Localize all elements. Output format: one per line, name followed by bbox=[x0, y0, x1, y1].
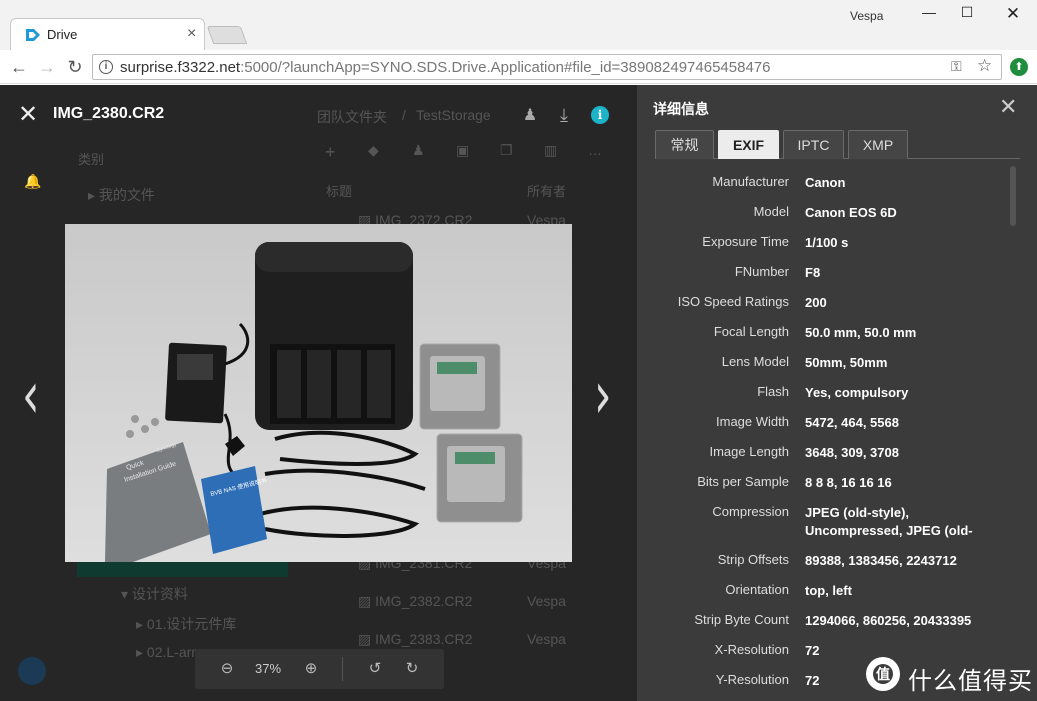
zoom-out-icon[interactable]: ⊖ bbox=[217, 659, 237, 679]
viewer-filename: IMG_2380.CR2 bbox=[53, 105, 165, 122]
extension-update-icon[interactable]: ⬆ bbox=[1010, 58, 1028, 76]
viewer-header: ✕ IMG_2380.CR2 ♟ ⤓ i bbox=[0, 85, 637, 145]
maximize-button[interactable]: ☐ bbox=[952, 4, 982, 26]
column-header-title: 标题 bbox=[326, 184, 353, 199]
notification-icon: 🔔 bbox=[24, 173, 42, 189]
details-tabs: 常规 EXIF IPTC XMP bbox=[655, 130, 1020, 159]
profile-name[interactable]: Vespa bbox=[850, 9, 883, 23]
info-icon[interactable]: i bbox=[591, 106, 609, 124]
forward-button[interactable]: → bbox=[36, 56, 58, 78]
file-row-name: ▨ IMG_2383.CR2 bbox=[358, 631, 473, 647]
photo-preview[interactable]: Quick Installation Guide Synology BVB NA… bbox=[65, 224, 572, 562]
key-icon[interactable]: ⚿ bbox=[951, 58, 962, 75]
share-user-icon[interactable]: ♟ bbox=[520, 105, 540, 125]
watermark-logo-icon: 值 bbox=[866, 657, 900, 691]
zoom-separator bbox=[342, 657, 343, 681]
tab-exif[interactable]: EXIF bbox=[718, 130, 779, 159]
site-info-icon[interactable]: i bbox=[99, 60, 113, 74]
browser-window: Drive × Vespa — ☐ ✕ ← → ↻ i surprise.f33… bbox=[0, 0, 1037, 701]
column-header-owner: 所有者 bbox=[527, 184, 567, 199]
zoom-in-icon[interactable]: ⊕ bbox=[301, 659, 321, 679]
details-panel: 详细信息 ✕ 常规 EXIF IPTC XMP Manufacturer Cano… bbox=[637, 85, 1037, 701]
download-icon[interactable]: ⤓ bbox=[554, 105, 574, 125]
details-title: 详细信息 bbox=[653, 101, 709, 117]
zoom-level: 37% bbox=[254, 661, 282, 676]
url-text[interactable]: surprise.f3322.net:5000/?launchApp=SYNO.… bbox=[120, 59, 770, 76]
sidebar-category: 类别 bbox=[78, 152, 105, 167]
reload-button[interactable]: ↻ bbox=[64, 56, 86, 78]
rotate-right-icon[interactable]: ↻ bbox=[402, 659, 422, 679]
sidebar-item: ▸ 01.设计元件库 bbox=[136, 616, 237, 632]
tab-title: Drive bbox=[47, 27, 78, 42]
zoom-toolbar: ⊖ 37% ⊕ ↺ ↻ bbox=[195, 649, 444, 689]
add-icon: + bbox=[325, 142, 336, 162]
next-image-arrow-icon[interactable]: › bbox=[594, 357, 612, 434]
details-scrollbar[interactable] bbox=[1010, 166, 1016, 226]
address-bar[interactable]: i surprise.f3322.net:5000/?launchApp=SYN… bbox=[92, 54, 1002, 80]
file-row-owner: Vespa bbox=[527, 631, 566, 647]
new-tab-button[interactable] bbox=[206, 26, 248, 44]
file-row-owner: Vespa bbox=[527, 593, 566, 609]
file-row-name: ▨ IMG_2382.CR2 bbox=[358, 593, 473, 609]
drive-favicon-icon bbox=[26, 29, 40, 41]
exif-list: Manufacturer Canon Model Canon EOS 6D Expo… bbox=[677, 174, 973, 688]
title-bar: Drive × Vespa — ☐ ✕ bbox=[0, 0, 1037, 50]
details-close-icon[interactable]: ✕ bbox=[999, 94, 1017, 120]
watermark: 值 什么值得买 bbox=[866, 655, 1036, 695]
browser-toolbar: ← → ↻ i surprise.f3322.net:5000/?launchA… bbox=[0, 50, 1037, 84]
photo-image: Quick Installation Guide Synology BVB NA… bbox=[65, 224, 572, 562]
browser-tab[interactable]: Drive × bbox=[10, 18, 205, 50]
rotate-left-icon[interactable]: ↺ bbox=[365, 659, 385, 679]
close-window-button[interactable]: ✕ bbox=[998, 4, 1028, 26]
back-button[interactable]: ← bbox=[8, 56, 30, 78]
tab-iptc[interactable]: IPTC bbox=[783, 130, 844, 159]
tab-close-icon[interactable]: × bbox=[187, 25, 196, 43]
previous-image-arrow-icon[interactable]: ‹ bbox=[22, 357, 40, 434]
sidebar-item: ▸ 我的文件 bbox=[88, 187, 155, 203]
sidebar-item: ▾ 设计资料 bbox=[121, 586, 188, 602]
viewer-close-icon[interactable]: ✕ bbox=[18, 103, 38, 127]
minimize-button[interactable]: — bbox=[914, 4, 944, 26]
watermark-text: 什么值得买 bbox=[908, 668, 1033, 695]
avatar bbox=[18, 657, 46, 685]
drive-content: 团队文件夹 / TestStorage + ◆ ♟ ▣ ❐ ▥ … 类别 🔔 ▸… bbox=[0, 85, 1037, 701]
bookmark-star-icon[interactable]: ☆ bbox=[977, 56, 992, 76]
tab-xmp[interactable]: XMP bbox=[848, 130, 908, 159]
tab-general[interactable]: 常规 bbox=[655, 130, 714, 159]
